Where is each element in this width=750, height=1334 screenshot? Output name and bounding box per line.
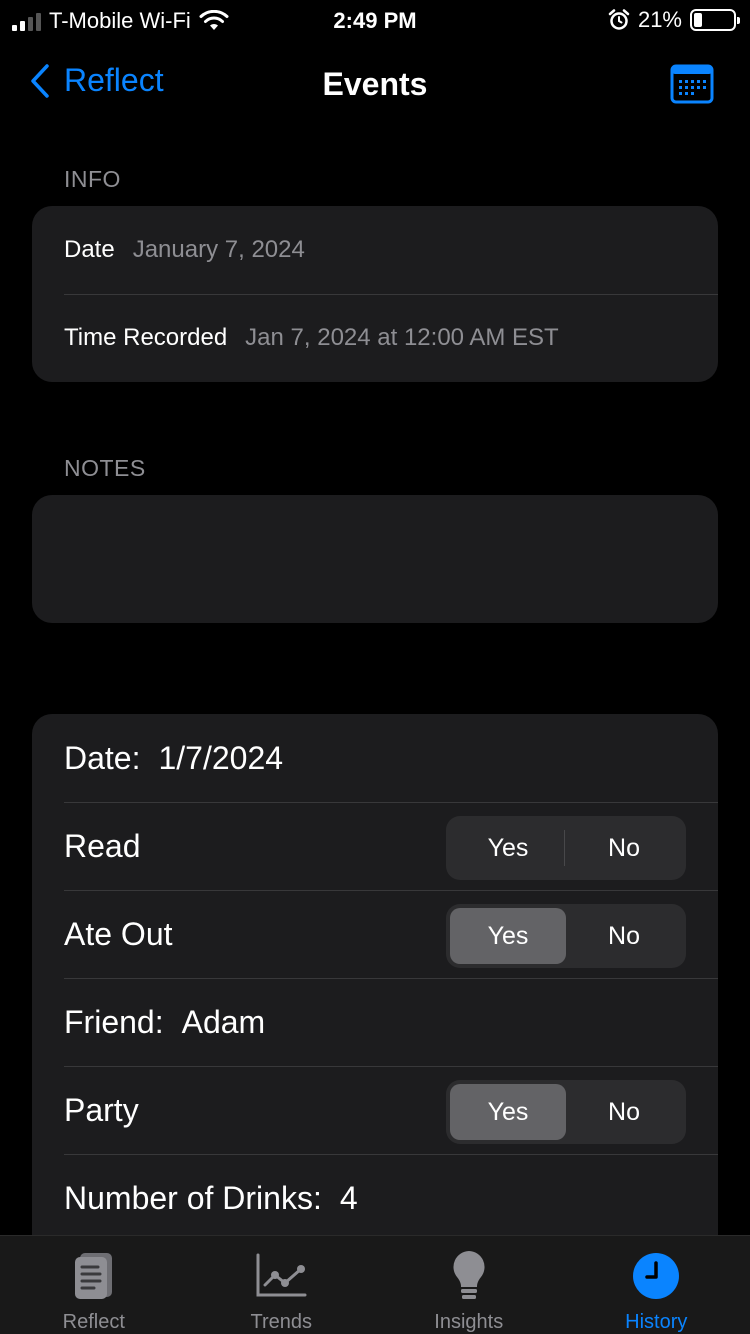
friend-row: Friend: Adam [32, 978, 718, 1066]
drinks-value: 4 [339, 1179, 358, 1216]
read-yes-option[interactable]: Yes [450, 820, 566, 876]
tab-history-label: History [625, 1311, 688, 1333]
events-card: Date: 1/7/2024 Read Yes No Ate Out Yes N… [32, 714, 718, 1254]
info-card: Date January 7, 2024 Time Recorded Jan 7… [32, 206, 718, 382]
ate-out-label: Ate Out [64, 915, 173, 952]
status-bar: T-Mobile Wi-Fi 2:49 PM 21% [0, 0, 750, 40]
battery-icon [690, 9, 740, 31]
battery-percent: 21% [637, 7, 682, 32]
drinks-label: Number of Drinks: [64, 1179, 322, 1216]
journal-icon [72, 1248, 116, 1303]
party-label: Party [64, 1091, 139, 1128]
tab-insights-label: Insights [434, 1311, 504, 1333]
calendar-button[interactable] [670, 64, 714, 109]
tab-reflect-label: Reflect [62, 1311, 125, 1333]
ate-out-yes-option[interactable]: Yes [450, 908, 566, 964]
ate-out-row: Ate Out Yes No [32, 890, 718, 978]
read-label: Read [64, 827, 141, 864]
segment-divider [564, 830, 565, 866]
tab-trends[interactable]: Trends [188, 1236, 376, 1334]
party-row: Party Yes No [32, 1066, 718, 1154]
lightbulb-icon [451, 1248, 487, 1303]
ate-out-no-option[interactable]: No [566, 908, 682, 964]
info-time-row: Time Recorded Jan 7, 2024 at 12:00 AM ES… [32, 294, 718, 382]
chart-line-icon [255, 1248, 307, 1303]
event-date-value: 1/7/2024 [158, 739, 284, 776]
event-date-row: Date: 1/7/2024 [32, 714, 718, 802]
info-date-value: January 7, 2024 [132, 236, 305, 263]
read-segmented-control[interactable]: Yes No [446, 816, 686, 880]
tab-bar: Reflect Trends Insights History [0, 1235, 750, 1334]
party-segmented-control[interactable]: Yes No [446, 1080, 686, 1144]
calendar-icon [670, 64, 714, 104]
friend-label: Friend: [64, 1003, 164, 1040]
tab-trends-label: Trends [250, 1311, 312, 1333]
info-time-label: Time Recorded [64, 324, 228, 351]
alarm-icon [608, 9, 630, 30]
info-time-value: Jan 7, 2024 at 12:00 AM EST [245, 324, 559, 351]
clock-icon [632, 1248, 680, 1303]
info-date-label: Date [64, 236, 115, 263]
tab-history[interactable]: History [563, 1236, 750, 1334]
status-right: 21% [608, 7, 740, 33]
read-row: Read Yes No [32, 802, 718, 890]
read-no-option[interactable]: No [566, 820, 682, 876]
drinks-row: Number of Drinks: 4 [32, 1154, 718, 1242]
party-yes-option[interactable]: Yes [450, 1084, 566, 1140]
tab-reflect[interactable]: Reflect [0, 1236, 188, 1334]
info-section-header: INFO [64, 166, 121, 192]
party-no-option[interactable]: No [566, 1084, 682, 1140]
ate-out-segmented-control[interactable]: Yes No [446, 904, 686, 968]
event-date-label: Date: [64, 739, 141, 776]
info-date-row: Date January 7, 2024 [32, 206, 718, 294]
notes-section-header: NOTES [64, 455, 146, 481]
notes-field[interactable] [32, 495, 718, 623]
tab-insights[interactable]: Insights [375, 1236, 563, 1334]
page-title: Events [322, 66, 428, 102]
friend-value: Adam [181, 1003, 266, 1040]
